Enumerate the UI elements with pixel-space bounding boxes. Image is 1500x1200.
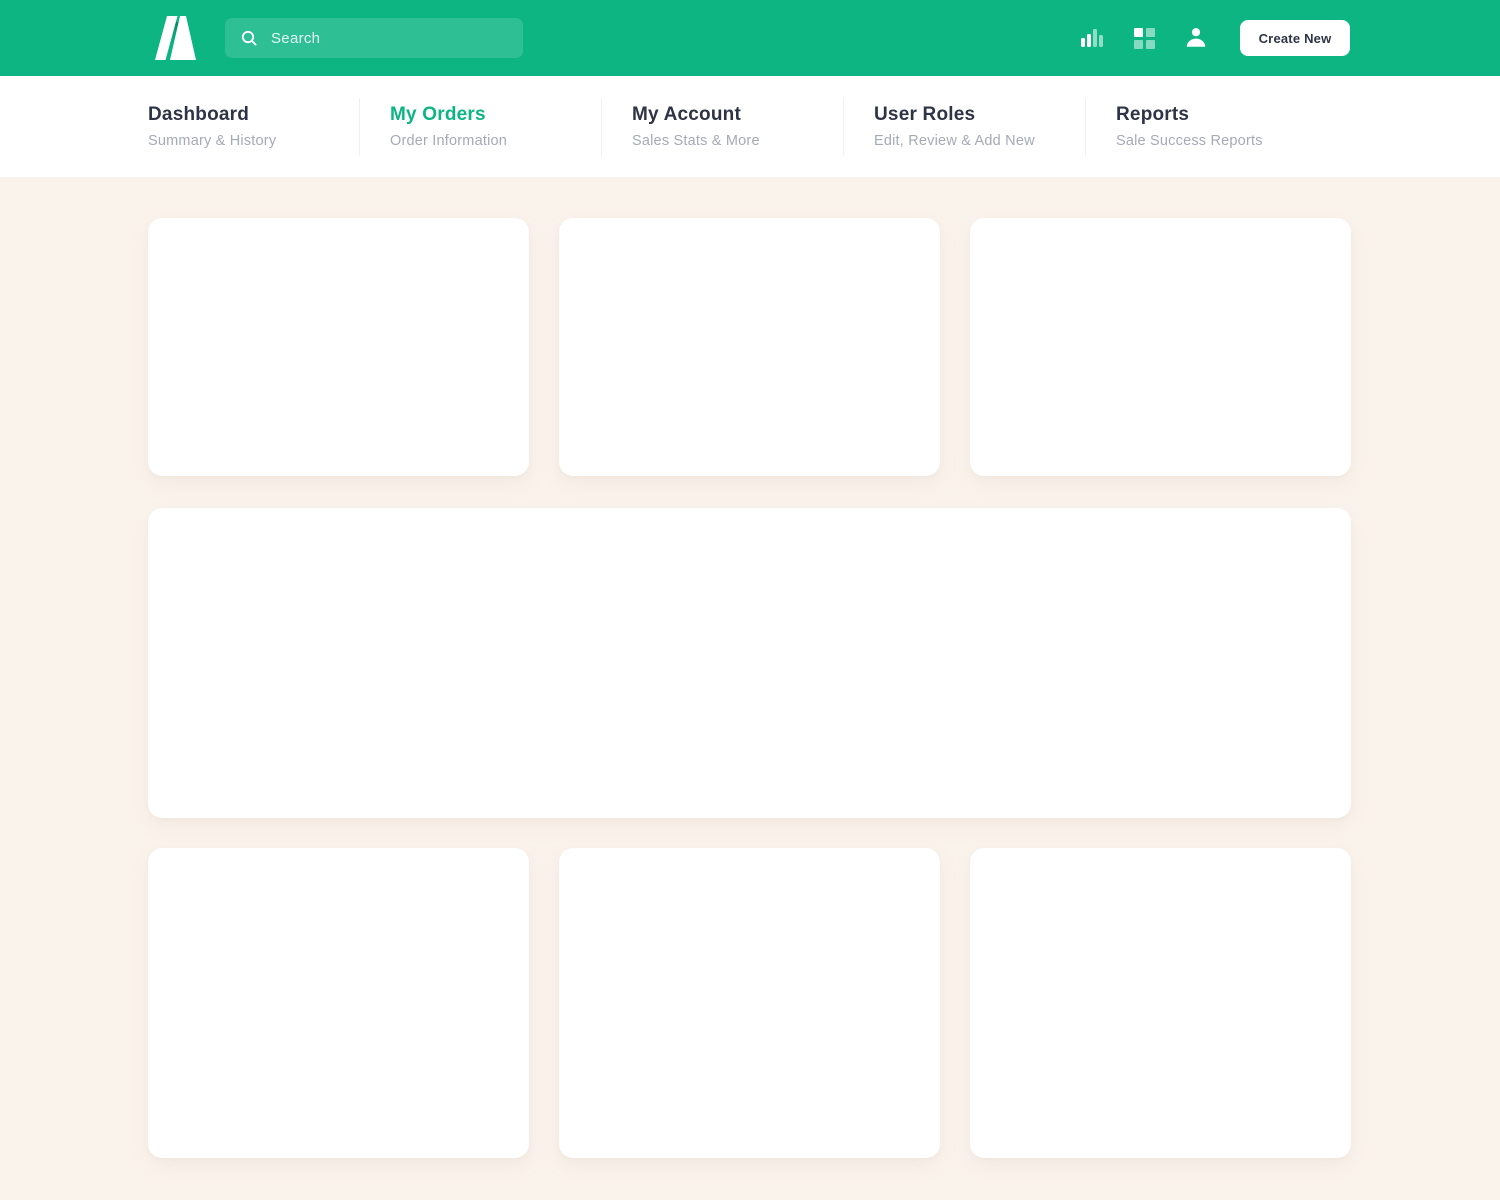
search-bar [225, 18, 523, 58]
nav-tabs: Dashboard Summary & History My Orders Or… [0, 76, 1500, 177]
tab-subtitle: Sales Stats & More [632, 133, 760, 149]
tab-my-account[interactable]: My Account Sales Stats & More [632, 97, 844, 156]
tab-title: My Account [632, 104, 741, 125]
content-card [148, 218, 529, 476]
brand-logo-icon [148, 14, 196, 62]
tab-reports[interactable]: Reports Sale Success Reports [1116, 98, 1328, 156]
search-icon [241, 30, 258, 47]
tab-dashboard[interactable]: Dashboard Summary & History [148, 97, 360, 156]
bar-chart-icon[interactable] [1078, 24, 1106, 52]
create-new-button[interactable]: Create New [1240, 20, 1350, 56]
search-input[interactable] [271, 29, 507, 47]
content-card [148, 848, 529, 1158]
tab-subtitle: Edit, Review & Add New [874, 133, 1035, 149]
tab-subtitle: Summary & History [148, 133, 277, 149]
tab-my-orders[interactable]: My Orders Order Information [390, 97, 602, 156]
content-card [559, 848, 940, 1158]
content-card [970, 848, 1351, 1158]
header-actions: Create New [1054, 20, 1350, 56]
tab-subtitle: Order Information [390, 133, 508, 149]
tab-subtitle: Sale Success Reports [1116, 133, 1263, 149]
content-card-wide [148, 508, 1351, 818]
tab-title: User Roles [874, 104, 976, 125]
tab-title: My Orders [390, 104, 486, 125]
tab-user-roles[interactable]: User Roles Edit, Review & Add New [874, 97, 1086, 156]
tab-title: Reports [1116, 104, 1190, 125]
grid-icon[interactable] [1130, 24, 1158, 52]
user-icon[interactable] [1182, 24, 1210, 52]
card-row-bottom [148, 848, 1351, 1158]
card-row-top [148, 218, 1351, 476]
tab-title: Dashboard [148, 104, 250, 125]
content-card [559, 218, 940, 476]
main-content [0, 177, 1500, 1158]
app-header: Create New [0, 0, 1500, 76]
content-card [970, 218, 1351, 476]
